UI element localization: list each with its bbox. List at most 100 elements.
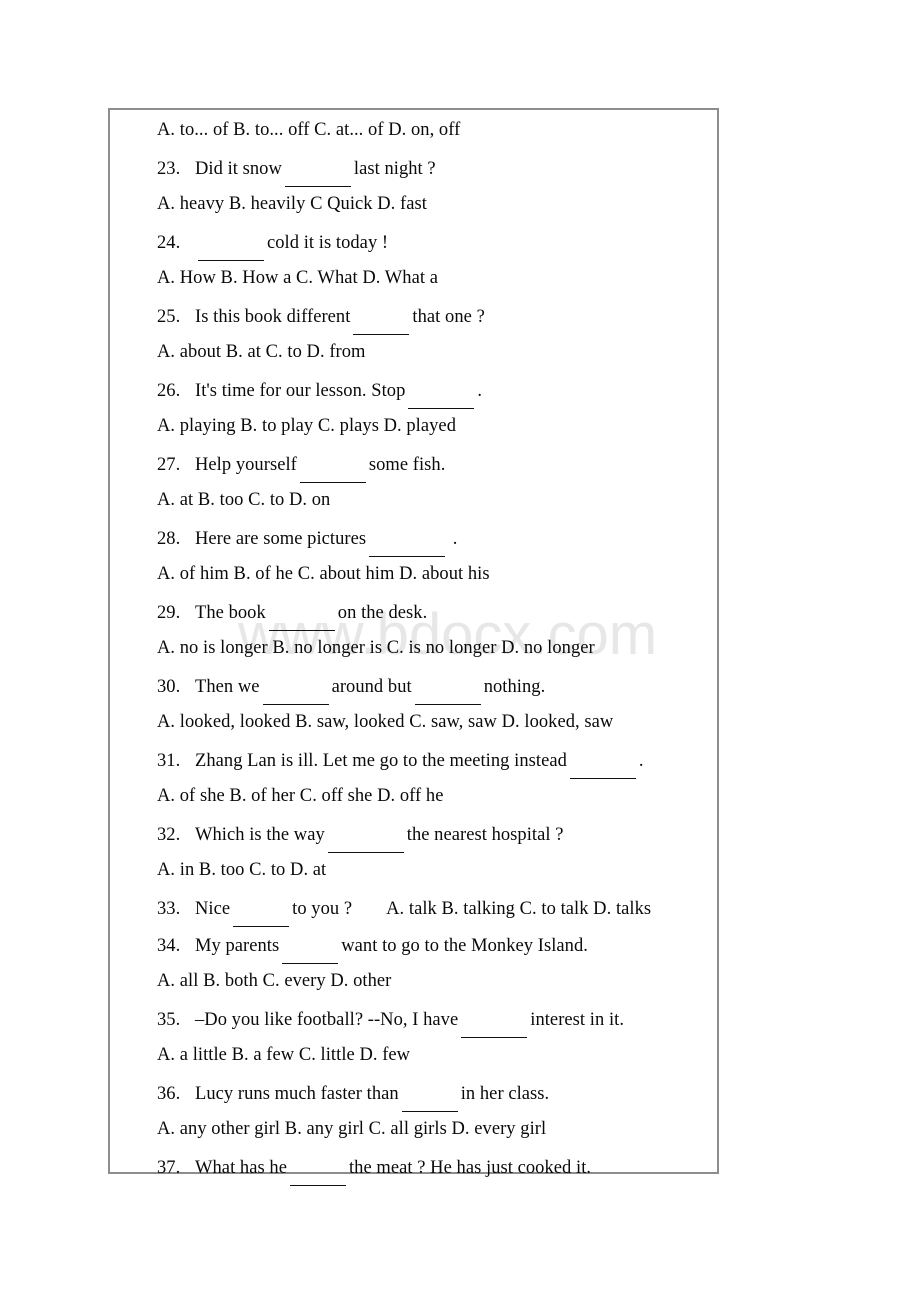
question-row: 32. Which is the way the nearest hospital… — [157, 815, 717, 853]
option-row: A. a little B. a few C. little D. few — [157, 1037, 717, 1074]
question-number: 31. — [157, 751, 181, 771]
option-text: A. looked, looked B. saw, looked C. saw,… — [157, 712, 614, 732]
question-row: 31. Zhang Lan is ill. Let me go to the me… — [157, 741, 717, 779]
question-number: 37. — [157, 1158, 181, 1178]
option-row: A. looked, looked B. saw, looked C. saw,… — [157, 704, 717, 741]
answer-blank[interactable] — [461, 1000, 528, 1038]
question-number: 30. — [157, 677, 181, 697]
option-text: A. at B. too C. to D. on — [157, 490, 331, 510]
option-row: A. of she B. of her C. off she D. off he — [157, 778, 717, 815]
question-text-pre: Nice — [195, 899, 231, 919]
option-text: A. heavy B. heavily C Quick D. fast — [157, 194, 427, 214]
answer-blank[interactable] — [408, 371, 475, 409]
option-row: A. playing B. to play C. plays D. played — [157, 408, 717, 445]
option-text: A. of she B. of her C. off she D. off he — [157, 786, 444, 806]
question-text-post: cold it is today ! — [267, 233, 389, 253]
question-text-post: want to go to the Monkey Island. — [341, 936, 588, 956]
option-text: A. any other girl B. any girl C. all gir… — [157, 1119, 547, 1139]
question-text-pre: Help yourself — [195, 455, 297, 475]
question-row: 29. The book on the desk. — [157, 593, 717, 631]
answer-blank[interactable] — [327, 815, 404, 853]
answer-blank[interactable] — [299, 445, 366, 483]
option-text: A. no is longer B. no longer is C. is no… — [157, 638, 595, 658]
question-text-pre: Is this book different — [195, 307, 351, 327]
question-text-post: nothing. — [483, 677, 546, 697]
answer-blank[interactable] — [289, 1148, 346, 1186]
question-number: 28. — [157, 529, 181, 549]
question-text-post: the nearest hospital ? — [406, 825, 564, 845]
question-row: 24. cold it is today ! — [157, 223, 717, 261]
question-text-pre: Then we — [195, 677, 260, 697]
question-row: 26. It's time for our lesson. Stop . — [157, 371, 717, 409]
question-number: 33. — [157, 899, 181, 919]
question-row: 30. Then we around but nothing. — [157, 667, 717, 705]
question-text-pre: Lucy runs much faster than — [195, 1084, 399, 1104]
question-text-post: last night ? — [353, 159, 436, 179]
answer-blank[interactable] — [233, 889, 290, 927]
answer-blank[interactable] — [268, 593, 335, 631]
option-row: A. How B. How a C. What D. What a — [157, 260, 717, 297]
answer-blank[interactable] — [284, 149, 351, 187]
question-list: A. to... of B. to... off C. at... of D. … — [157, 112, 717, 1186]
option-row: A. heavy B. heavily C Quick D. fast — [157, 186, 717, 223]
question-text-pre: It's time for our lesson. Stop — [195, 381, 406, 401]
question-text-mid: around but — [331, 677, 412, 697]
answer-blank[interactable] — [198, 223, 264, 261]
option-text: A. a little B. a few C. little D. few — [157, 1045, 411, 1065]
option-text: A. talk B. talking C. to talk D. talks — [386, 899, 652, 919]
question-text-post: . — [448, 529, 458, 549]
question-text-post: to you ? — [292, 899, 353, 919]
question-number: 25. — [157, 307, 181, 327]
option-row: A. in B. too C. to D. at — [157, 852, 717, 889]
option-row: A. about B. at C. to D. from — [157, 334, 717, 371]
question-text-pre: –Do you like football? --No, I have — [195, 1010, 459, 1030]
option-row: A. all B. both C. every D. other — [157, 963, 717, 1000]
option-row: A. any other girl B. any girl C. all gir… — [157, 1111, 717, 1148]
option-row: A. at B. too C. to D. on — [157, 482, 717, 519]
question-text-pre: Zhang Lan is ill. Let me go to the meeti… — [195, 751, 567, 771]
answer-blank[interactable] — [414, 667, 481, 705]
question-text-post: . — [477, 381, 483, 401]
question-number: 24. — [157, 233, 181, 253]
question-text-pre: Which is the way — [195, 825, 325, 845]
question-text-pre: What has he — [195, 1158, 287, 1178]
option-text: A. playing B. to play C. plays D. played — [157, 416, 456, 436]
question-row: 25. Is this book different that one ? — [157, 297, 717, 335]
option-row: A. of him B. of he C. about him D. about… — [157, 556, 717, 593]
question-text-pre: My parents — [195, 936, 280, 956]
question-number: 23. — [157, 159, 181, 179]
answer-blank[interactable] — [353, 297, 410, 335]
question-number: 36. — [157, 1084, 181, 1104]
question-number: 32. — [157, 825, 181, 845]
question-row: 37. What has he the meat ? He has just co… — [157, 1148, 717, 1186]
answer-blank[interactable] — [262, 667, 329, 705]
question-text-post: in her class. — [460, 1084, 550, 1104]
exam-question-box: A. to... of B. to... off C. at... of D. … — [108, 108, 719, 1186]
option-text: A. about B. at C. to D. from — [157, 342, 366, 362]
question-text-post: some fish. — [368, 455, 446, 475]
option-text: A. of him B. of he C. about him D. about… — [157, 564, 490, 584]
option-row: A. to... of B. to... off C. at... of D. … — [157, 112, 717, 149]
question-text-post: that one ? — [412, 307, 485, 327]
option-row: A. no is longer B. no longer is C. is no… — [157, 630, 717, 667]
question-row: 27. Help yourself some fish. — [157, 445, 717, 483]
question-number: 29. — [157, 603, 181, 623]
answer-blank[interactable] — [569, 741, 636, 779]
question-row: 23. Did it snow last night ? — [157, 149, 717, 187]
question-text-post: . — [638, 751, 644, 771]
question-number: 35. — [157, 1010, 181, 1030]
question-text-pre: Did it snow — [195, 159, 282, 179]
option-text: A. How B. How a C. What D. What a — [157, 268, 438, 288]
question-row: 33. Nice to you ? A. talk B. talking C. to… — [157, 889, 717, 927]
question-number: 27. — [157, 455, 181, 475]
option-text: A. all B. both C. every D. other — [157, 971, 392, 991]
question-row: 34. My parents want to go to the Monkey I… — [157, 926, 717, 964]
answer-blank[interactable] — [369, 519, 446, 557]
option-text: A. to... of B. to... off C. at... of D. … — [157, 120, 461, 140]
answer-blank[interactable] — [401, 1074, 458, 1112]
question-row: 36. Lucy runs much faster than in her cla… — [157, 1074, 717, 1112]
question-text-pre: The book — [195, 603, 266, 623]
question-text-post: on the desk. — [337, 603, 428, 623]
answer-blank[interactable] — [282, 926, 339, 964]
question-row: 28. Here are some pictures . — [157, 519, 717, 557]
